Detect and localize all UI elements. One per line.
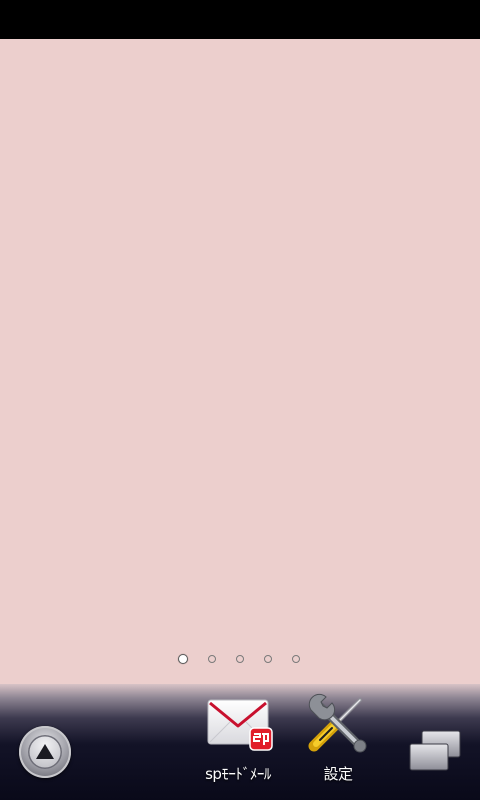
page-dot-5[interactable] xyxy=(292,655,300,663)
page-dot-3[interactable] xyxy=(236,655,244,663)
page-dot-4[interactable] xyxy=(264,655,272,663)
sp-mode-mail-envelope-icon xyxy=(207,699,273,751)
app-label-sp-mode-mail: spﾓｰﾄﾞﾒｰﾙ xyxy=(205,765,271,783)
page-dot-1[interactable] xyxy=(178,654,188,664)
up-arrow-icon xyxy=(36,744,54,759)
app-drawer-button-face xyxy=(28,735,62,769)
recent-windows-icon[interactable] xyxy=(404,726,464,778)
home-wallpaper[interactable] xyxy=(0,39,480,684)
home-screen: spﾓｰﾄﾞﾒｰﾙ 設定 xyxy=(0,0,480,800)
settings-wrench-screwdriver-icon xyxy=(308,693,367,753)
status-bar[interactable] xyxy=(0,0,480,39)
app-drawer-button[interactable] xyxy=(19,726,71,778)
page-dot-2[interactable] xyxy=(208,655,216,663)
app-label-settings: 設定 xyxy=(323,765,353,783)
